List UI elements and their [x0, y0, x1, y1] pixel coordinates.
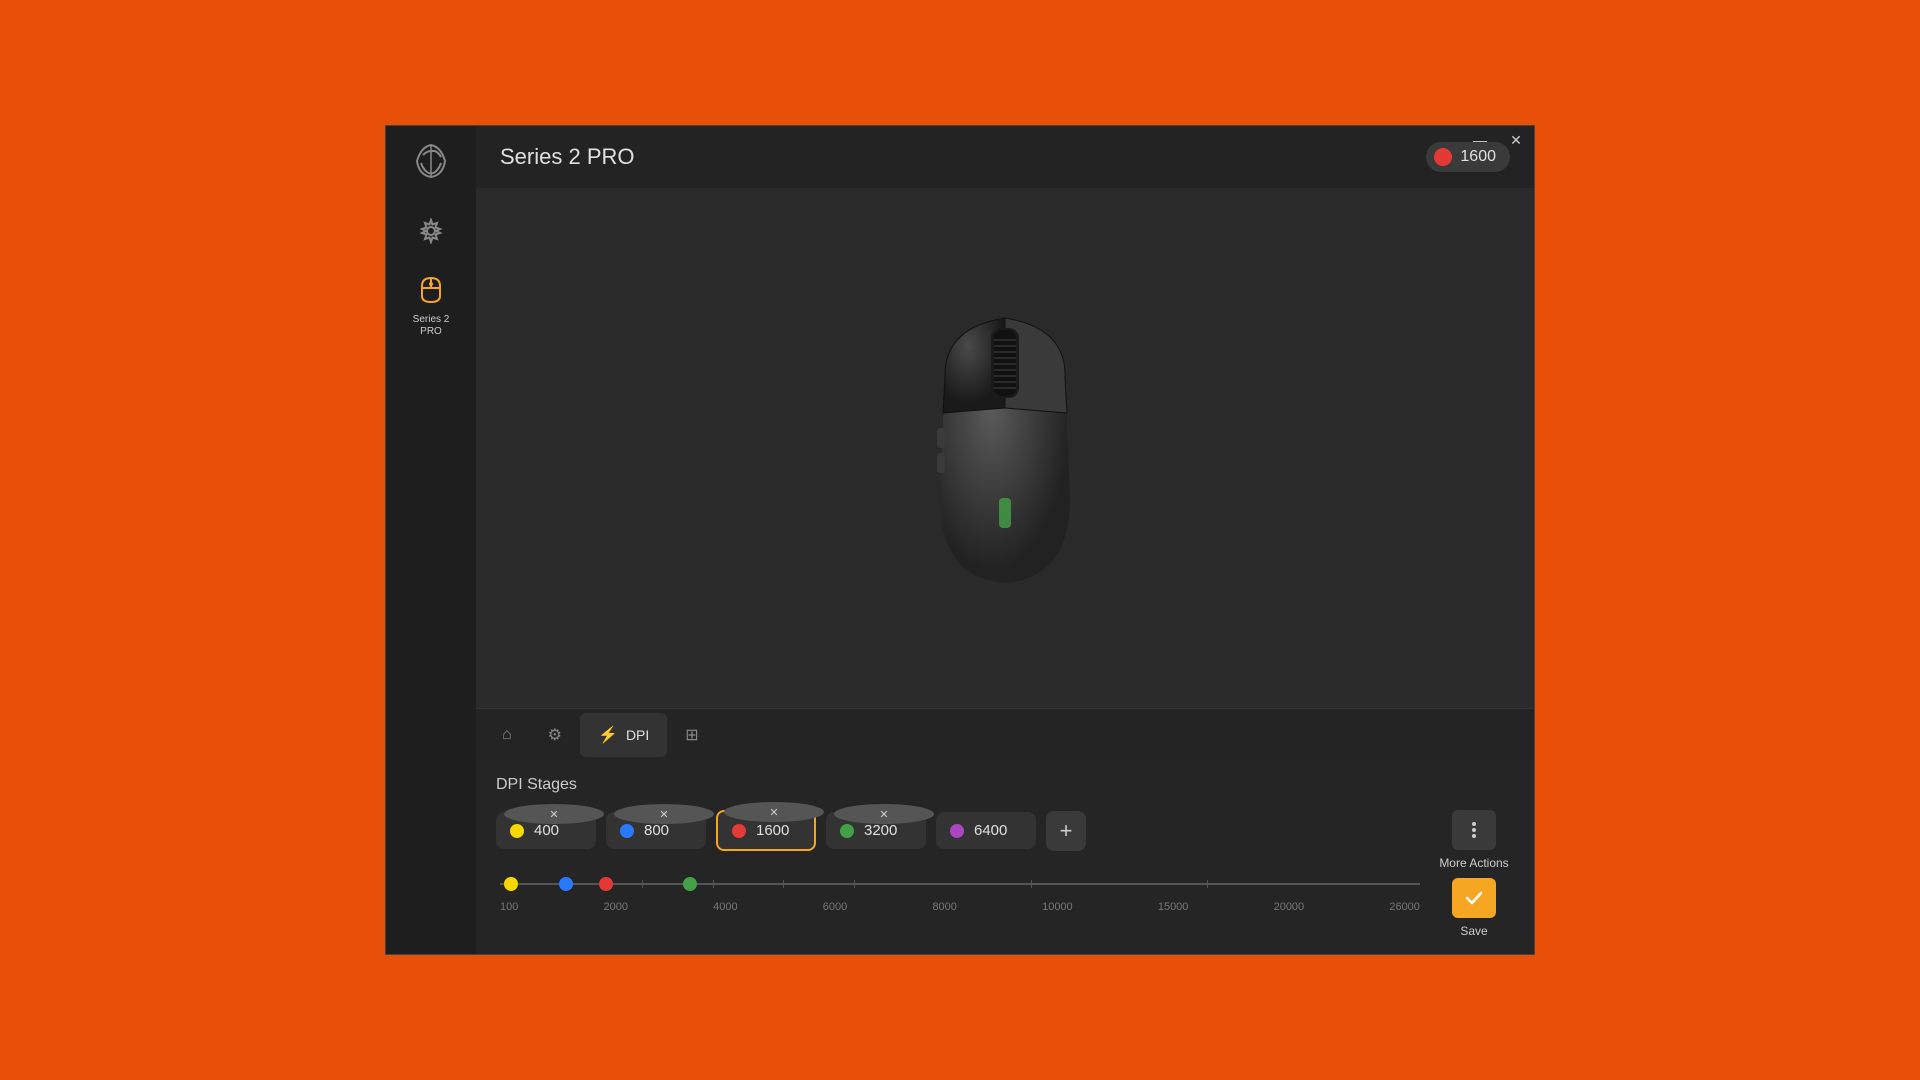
slider-label-10000: 10000 [1042, 901, 1073, 913]
mouse-illustration [915, 298, 1095, 598]
slider-label-26000: 26000 [1389, 901, 1420, 913]
stage-dot-1 [510, 824, 524, 838]
stage-close-1[interactable]: ✕ [504, 804, 604, 824]
slider-track [500, 883, 1420, 885]
save-button-container: Save [1452, 878, 1496, 938]
more-actions-label: More Actions [1439, 856, 1508, 870]
tick-10000 [854, 880, 855, 888]
tab-performance[interactable]: ⚙ [530, 713, 580, 757]
stage-value-3: 1600 [756, 822, 792, 839]
dpi-panel: DPI Stages 400 ✕ [476, 760, 1534, 954]
mouse-preview [476, 188, 1534, 708]
sidebar-item-settings[interactable] [396, 206, 466, 266]
add-stage-button[interactable]: + [1046, 811, 1086, 851]
tab-dpi[interactable]: ⚡ DPI [580, 713, 667, 757]
checkmark-icon [1465, 889, 1483, 907]
close-button[interactable]: ✕ [1498, 126, 1534, 154]
performance-icon: ⚙ [548, 725, 562, 745]
stage-dot-2 [620, 824, 634, 838]
mouse-icon [418, 274, 444, 310]
more-actions-panel: More Actions [1434, 810, 1514, 870]
dpi-stages-row: 400 ✕ 800 ✕ [496, 810, 1424, 851]
stage-dot-4 [840, 824, 854, 838]
slider-label-2000: 2000 [604, 901, 628, 913]
title-bar: — ✕ [1462, 126, 1534, 154]
bottom-row: 400 ✕ 800 ✕ [496, 810, 1514, 938]
tab-home[interactable]: ⌂ [484, 713, 530, 757]
app-logo [406, 136, 456, 186]
slider-labels: 100 2000 4000 6000 8000 10000 15000 2000… [500, 901, 1420, 913]
app-window: — ✕ [385, 125, 1535, 955]
stage-value-5: 6400 [974, 822, 1010, 839]
stage-value-4: 3200 [864, 822, 900, 839]
layout-icon: ⊞ [685, 725, 698, 745]
more-actions-button[interactable] [1452, 810, 1496, 850]
device-header: Series 2 PRO 1600 [476, 126, 1534, 188]
slider-label-8000: 8000 [932, 901, 956, 913]
tab-bar: ⌂ ⚙ ⚡ DPI ⊞ [476, 708, 1534, 760]
slider-dot-3200[interactable] [683, 877, 697, 891]
sidebar-device-label: Series 2PRO [413, 314, 450, 338]
stage-close-4[interactable]: ✕ [834, 804, 934, 824]
slider-label-100: 100 [500, 901, 518, 913]
slider-label-6000: 6000 [823, 901, 847, 913]
slider-dot-800[interactable] [559, 877, 573, 891]
stage-close-2[interactable]: ✕ [614, 804, 714, 824]
logo-icon [409, 139, 453, 183]
slider-label-20000: 20000 [1274, 901, 1305, 913]
slider-label-15000: 15000 [1158, 901, 1189, 913]
stage-value-2: 800 [644, 822, 680, 839]
tab-layout[interactable]: ⊞ [667, 713, 716, 757]
slider-dot-400[interactable] [504, 877, 518, 891]
slider-track-container [500, 869, 1420, 899]
minimize-button[interactable]: — [1462, 126, 1498, 154]
slider-area: 100 2000 4000 6000 8000 10000 15000 2000… [496, 869, 1424, 913]
main-layout: Series 2PRO Series 2 PRO 1600 [386, 126, 1534, 954]
content-area: Series 2 PRO 1600 [476, 126, 1534, 954]
home-icon: ⌂ [502, 726, 512, 744]
slider-label-4000: 4000 [713, 901, 737, 913]
dpi-stage-5[interactable]: 6400 [936, 812, 1036, 849]
dpi-lightning-icon: ⚡ [598, 725, 618, 745]
tick-8000 [783, 880, 784, 888]
sidebar-item-device[interactable]: Series 2PRO [396, 276, 466, 336]
save-label: Save [1460, 924, 1487, 938]
tick-4000 [642, 880, 643, 888]
tab-dpi-label: DPI [626, 727, 649, 743]
right-actions: More Actions Save [1434, 810, 1514, 938]
tick-6000 [713, 880, 714, 888]
device-title: Series 2 PRO [500, 144, 635, 170]
stage-dot-5 [950, 824, 964, 838]
sidebar: Series 2PRO [386, 126, 476, 954]
stage-close-3[interactable]: ✕ [724, 802, 824, 822]
more-actions-dots-icon [1464, 820, 1484, 840]
save-button[interactable] [1452, 878, 1496, 918]
dpi-stages-header: DPI Stages [496, 776, 1514, 794]
tick-20000 [1207, 880, 1208, 888]
gear-icon [418, 218, 444, 250]
dpi-color-dot [1434, 148, 1452, 166]
stages-and-slider: 400 ✕ 800 ✕ [496, 810, 1424, 913]
tick-15000 [1031, 880, 1032, 888]
slider-dot-1600[interactable] [599, 877, 613, 891]
stage-dot-3 [732, 824, 746, 838]
stage-value-1: 400 [534, 822, 570, 839]
